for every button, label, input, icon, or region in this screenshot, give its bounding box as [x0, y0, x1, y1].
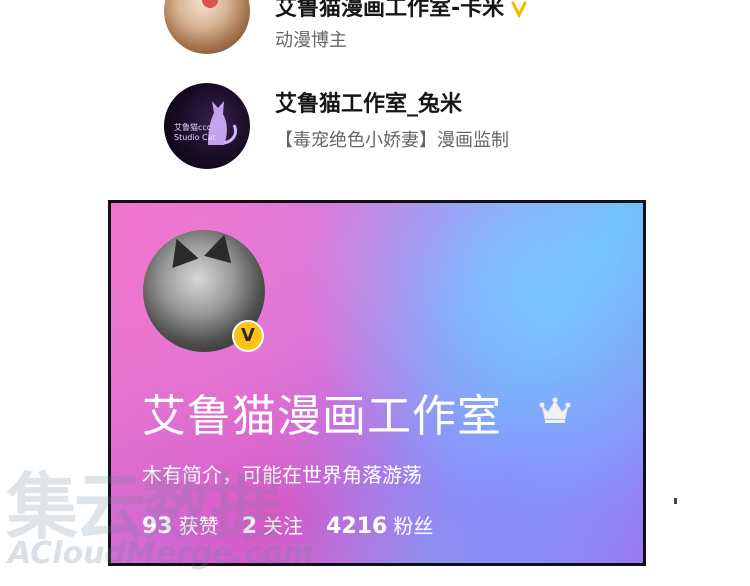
likes-label: 获赞 — [178, 514, 219, 538]
followers-label[interactable]: 粉丝 — [393, 514, 433, 538]
result-item-1[interactable]: 艾鲁猫漫画工作室-卡米 动漫博主 — [160, 0, 640, 60]
result-subtitle: 动漫博主 — [275, 30, 347, 51]
avatar[interactable] — [164, 0, 250, 54]
crown-icon — [539, 397, 571, 423]
cat-ear-left — [163, 233, 199, 269]
followers-count[interactable]: 4216 — [326, 514, 387, 539]
avatar[interactable]: 艾鲁猫ccc Studio Cat — [164, 83, 250, 169]
studio-logo-line1: 艾鲁猫ccc — [174, 123, 212, 132]
result-subtitle: 【毒宠绝色小娇妻】漫画监制 — [275, 130, 509, 151]
studio-logo-line2: Studio Cat — [174, 133, 216, 142]
studio-logo-text: 艾鲁猫ccc Studio Cat — [174, 123, 216, 143]
verified-badge-icon: V — [232, 320, 264, 352]
cat-ear-right — [204, 230, 238, 264]
following-count[interactable]: 2 — [242, 514, 257, 539]
profile-name: 艾鲁猫漫画工作室 — [142, 391, 502, 442]
result-name[interactable]: 艾鲁猫工作室_兔米 — [275, 86, 462, 118]
likes-count: 93 — [142, 514, 173, 539]
profile-stats: 93 获赞 2 关注 4216 粉丝 — [142, 510, 451, 539]
profile-bio: 木有简介，可能在世界角落游荡 — [142, 463, 422, 487]
result-item-2[interactable]: 艾鲁猫ccc Studio Cat 艾鲁猫工作室_兔米 【毒宠绝色小娇妻】漫画监… — [160, 80, 640, 172]
stray-mark — [674, 498, 677, 504]
verified-badge-icon — [510, 0, 528, 19]
profile-card[interactable]: V 艾鲁猫漫画工作室 木有简介，可能在世界角落游荡 93 获赞 2 关注 4216 粉… — [108, 200, 646, 566]
result-name[interactable]: 艾鲁猫漫画工作室-卡米 — [275, 0, 528, 22]
following-label[interactable]: 关注 — [263, 514, 303, 538]
cat-mouth — [202, 0, 218, 8]
result-name-text: 艾鲁猫漫画工作室-卡米 — [275, 0, 505, 21]
